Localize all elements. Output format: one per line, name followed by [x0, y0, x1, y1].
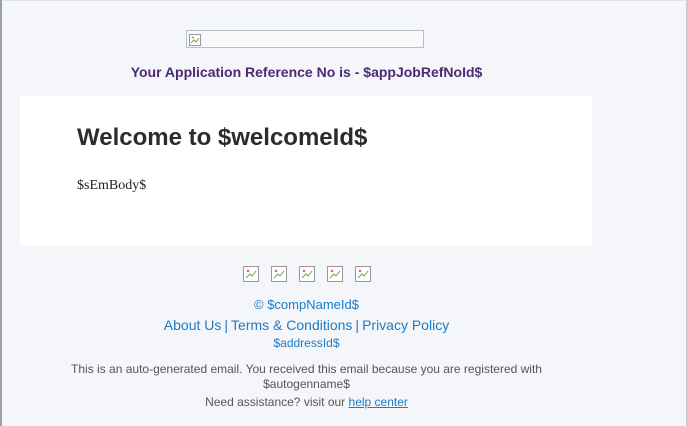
social-link-4-icon[interactable]: [327, 266, 343, 282]
notice-line-1: This is an auto-generated email. You rec…: [71, 362, 542, 376]
social-link-1-icon[interactable]: [243, 266, 259, 282]
link-separator: |: [224, 317, 229, 333]
content-card: Welcome to $welcomeId$ $sEmBody$: [20, 96, 592, 246]
help-center-link[interactable]: help center: [349, 395, 408, 409]
application-reference-text: Your Application Reference No is - $appJ…: [130, 64, 483, 80]
email-body-text: $sEmBody$: [77, 178, 147, 193]
social-link-5-icon[interactable]: [355, 266, 371, 282]
privacy-policy-link[interactable]: Privacy Policy: [362, 317, 449, 333]
top-border: [2, 0, 686, 1]
about-us-link[interactable]: About Us: [164, 317, 222, 333]
assistance-line: Need assistance? visit our help center: [0, 395, 613, 409]
social-link-2-icon[interactable]: [271, 266, 287, 282]
company-logo-image: [186, 30, 424, 48]
auto-generated-notice: This is an auto-generated email. You rec…: [0, 362, 613, 392]
copyright-link[interactable]: © $compNameId$: [0, 297, 613, 312]
welcome-heading: Welcome to $welcomeId$: [77, 124, 368, 151]
company-address-link[interactable]: $addressId$: [0, 336, 613, 350]
link-separator: |: [355, 317, 360, 333]
terms-conditions-link[interactable]: Terms & Conditions: [231, 317, 352, 333]
assistance-text: Need assistance? visit our: [205, 395, 346, 409]
notice-line-2: $autogenname$: [263, 377, 350, 391]
footer-links: About Us | Terms & Conditions | Privacy Poli…: [0, 317, 613, 333]
social-link-3-icon[interactable]: [299, 266, 315, 282]
broken-image-icon: [189, 33, 201, 46]
social-icons-row: [243, 266, 371, 282]
